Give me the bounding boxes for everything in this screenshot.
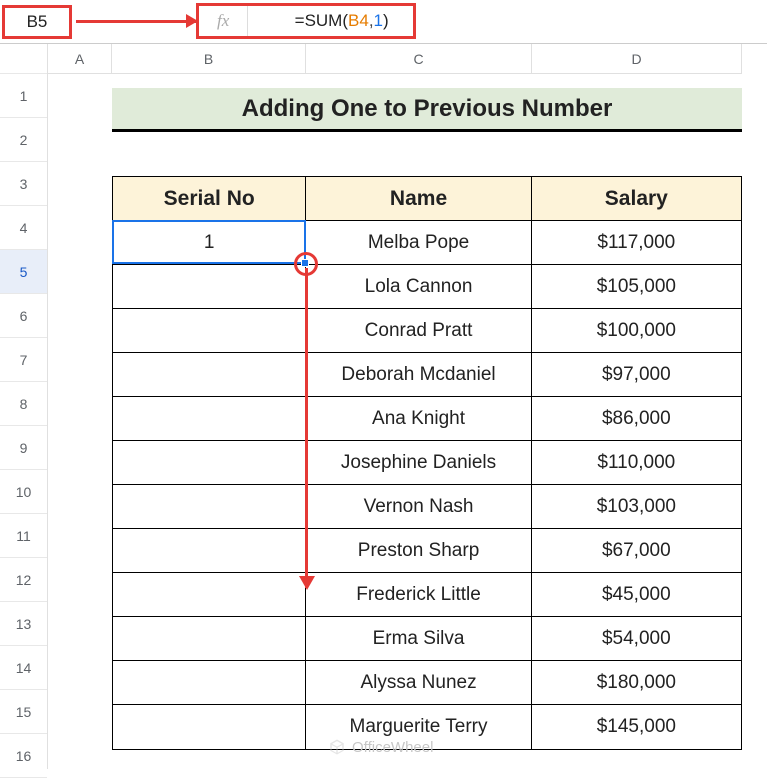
row-header[interactable]: 14 <box>0 646 47 690</box>
row-header[interactable]: 11 <box>0 514 47 558</box>
cell-name[interactable]: Preston Sharp <box>306 529 531 573</box>
row-header[interactable]: 4 <box>0 206 47 250</box>
col-header[interactable]: B <box>112 44 306 74</box>
row-header[interactable]: 6 <box>0 294 47 338</box>
row-header-gutter: 1 2 3 4 5 6 7 8 9 10 11 12 13 14 15 16 <box>0 44 48 769</box>
cell-salary[interactable]: $103,000 <box>532 485 741 529</box>
row-header[interactable]: 5 <box>0 250 47 294</box>
table-row: Marguerite Terry $145,000 <box>113 705 741 749</box>
cell-name[interactable]: Frederick Little <box>306 573 531 617</box>
table-header-row: Serial No Name Salary <box>113 177 741 221</box>
cell-salary[interactable]: $117,000 <box>532 221 741 265</box>
table-row: Conrad Pratt $100,000 <box>113 309 741 353</box>
row-header[interactable]: 9 <box>0 426 47 470</box>
cell-name[interactable]: Deborah Mcdaniel <box>306 353 531 397</box>
cell-salary[interactable]: $180,000 <box>532 661 741 705</box>
annotation-arrow-right <box>76 20 196 23</box>
cell-serial[interactable] <box>113 265 306 309</box>
row-header[interactable]: 8 <box>0 382 47 426</box>
cell-serial[interactable] <box>113 309 306 353</box>
data-table: Serial No Name Salary 1 Melba Pope $117,… <box>112 176 742 750</box>
formula-ref: B4 <box>348 11 369 30</box>
header-name[interactable]: Name <box>306 177 531 221</box>
cell-serial[interactable] <box>113 529 306 573</box>
formula-num: 1 <box>374 11 383 30</box>
cell-name[interactable]: Lola Cannon <box>306 265 531 309</box>
formula-fn: SUM <box>305 11 343 30</box>
table-row: Alyssa Nunez $180,000 <box>113 661 741 705</box>
cell-serial[interactable]: 1 <box>113 221 306 265</box>
name-box[interactable]: B5 <box>2 5 72 39</box>
formula-bar[interactable]: fx =SUM(B4,1) <box>196 3 416 39</box>
table-row: 1 Melba Pope $117,000 <box>113 221 741 265</box>
cell-name[interactable]: Melba Pope <box>306 221 531 265</box>
formula-close: ) <box>383 11 389 30</box>
sheet-title: Adding One to Previous Number <box>112 88 742 132</box>
cell-name[interactable]: Vernon Nash <box>306 485 531 529</box>
cell-name[interactable]: Erma Silva <box>306 617 531 661</box>
col-header[interactable]: D <box>532 44 742 74</box>
cell-serial[interactable] <box>113 573 306 617</box>
cell-salary[interactable]: $105,000 <box>532 265 741 309</box>
table-row: Lola Cannon $105,000 <box>113 265 741 309</box>
header-salary[interactable]: Salary <box>532 177 741 221</box>
header-serial[interactable]: Serial No <box>113 177 306 221</box>
table-row: Deborah Mcdaniel $97,000 <box>113 353 741 397</box>
table-row: Frederick Little $45,000 <box>113 573 741 617</box>
cell-name[interactable]: Alyssa Nunez <box>306 661 531 705</box>
table-row: Erma Silva $54,000 <box>113 617 741 661</box>
cell-name[interactable]: Conrad Pratt <box>306 309 531 353</box>
formula-bar-row: B5 fx =SUM(B4,1) <box>0 0 767 44</box>
row-header[interactable]: 16 <box>0 734 47 778</box>
row-header[interactable]: 10 <box>0 470 47 514</box>
cell-salary[interactable]: $97,000 <box>532 353 741 397</box>
table-row: Josephine Daniels $110,000 <box>113 441 741 485</box>
cell-serial[interactable] <box>113 397 306 441</box>
table-row: Ana Knight $86,000 <box>113 397 741 441</box>
cell-salary[interactable]: $86,000 <box>532 397 741 441</box>
cell-serial[interactable] <box>113 353 306 397</box>
cell-serial[interactable] <box>113 485 306 529</box>
sheet-grid: 1 2 3 4 5 6 7 8 9 10 11 12 13 14 15 16 A… <box>0 44 767 769</box>
cell-name[interactable]: Josephine Daniels <box>306 441 531 485</box>
cell-salary[interactable]: $67,000 <box>532 529 741 573</box>
row-header[interactable]: 12 <box>0 558 47 602</box>
cell-serial[interactable] <box>113 705 306 749</box>
cell-serial[interactable] <box>113 617 306 661</box>
row-header[interactable]: 3 <box>0 162 47 206</box>
row-header[interactable]: 2 <box>0 118 47 162</box>
table-row: Vernon Nash $103,000 <box>113 485 741 529</box>
sheet-columns: A B C D Adding One to Previous Number Se… <box>48 44 767 769</box>
col-header[interactable]: A <box>48 44 112 74</box>
cell-serial[interactable] <box>113 661 306 705</box>
cell-salary[interactable]: $100,000 <box>532 309 741 353</box>
table-row: Preston Sharp $67,000 <box>113 529 741 573</box>
cell-serial[interactable] <box>113 441 306 485</box>
formula-eq: = <box>295 11 305 30</box>
col-header[interactable]: C <box>306 44 532 74</box>
cell-salary[interactable]: $110,000 <box>532 441 741 485</box>
cell-name[interactable]: Marguerite Terry <box>306 705 531 749</box>
row-header[interactable]: 7 <box>0 338 47 382</box>
fx-icon: fx <box>199 6 248 36</box>
select-all-corner[interactable] <box>0 44 47 74</box>
row-header[interactable]: 15 <box>0 690 47 734</box>
cell-name[interactable]: Ana Knight <box>306 397 531 441</box>
column-header-row: A B C D <box>48 44 767 74</box>
cell-salary[interactable]: $145,000 <box>532 705 741 749</box>
cell-salary[interactable]: $54,000 <box>532 617 741 661</box>
cell-salary[interactable]: $45,000 <box>532 573 741 617</box>
row-header[interactable]: 1 <box>0 74 47 118</box>
row-header[interactable]: 13 <box>0 602 47 646</box>
